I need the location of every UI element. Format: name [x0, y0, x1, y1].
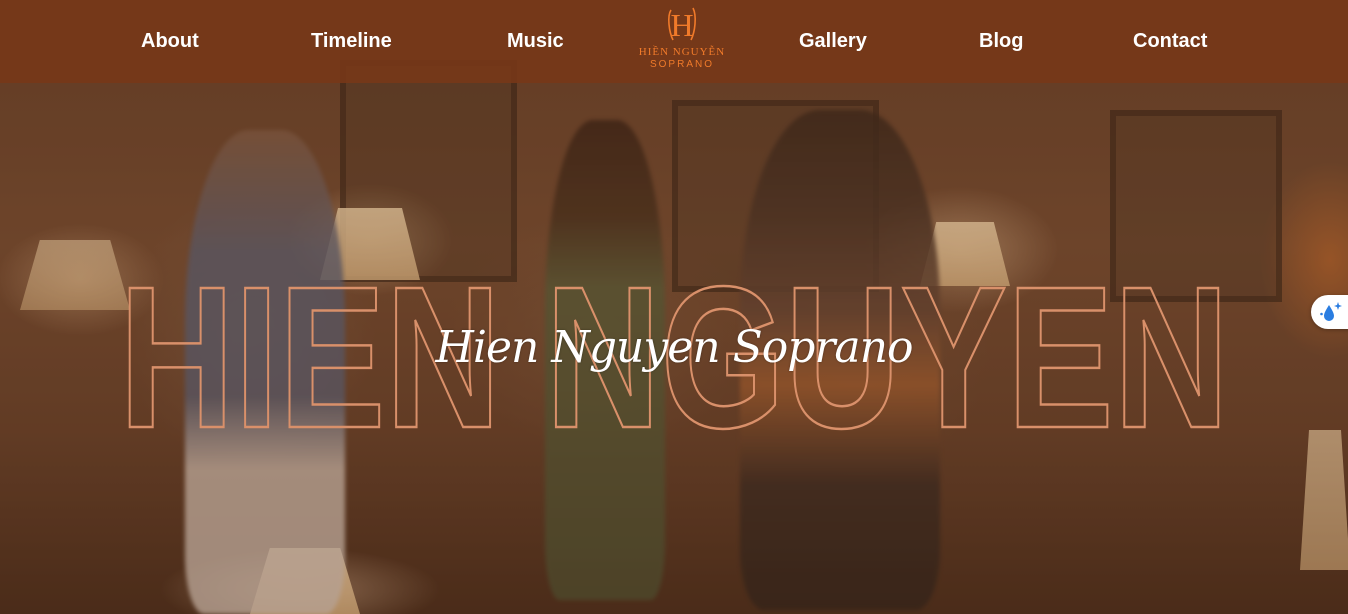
- top-navigation: About Timeline Music H HIỀN NGUYỄN SOPRA…: [0, 0, 1348, 83]
- logo-name: HIỀN NGUYỄN: [638, 46, 726, 58]
- water-drop-sparkle-icon: [1320, 302, 1342, 321]
- logo-monogram-icon: H: [668, 7, 696, 43]
- nav-blog-link[interactable]: Blog: [979, 28, 1023, 54]
- nav-contact-link[interactable]: Contact: [1133, 28, 1207, 54]
- logo-subtitle: SOPRANO: [649, 59, 714, 70]
- nav-music-link[interactable]: Music: [507, 28, 564, 54]
- nav-gallery-link[interactable]: Gallery: [799, 28, 867, 54]
- nav-timeline-link[interactable]: Timeline: [311, 28, 392, 54]
- page: HIEN NGUYEN Hien Nguyen Soprano About Ti…: [0, 0, 1348, 614]
- hero-script-title: Hien Nguyen Soprano: [435, 322, 914, 373]
- nav-about-link[interactable]: About: [141, 28, 199, 54]
- logo-monogram-letter: H: [670, 7, 693, 43]
- floating-side-widget[interactable]: [1311, 295, 1348, 329]
- site-logo[interactable]: H HIỀN NGUYỄN SOPRANO: [626, 2, 738, 78]
